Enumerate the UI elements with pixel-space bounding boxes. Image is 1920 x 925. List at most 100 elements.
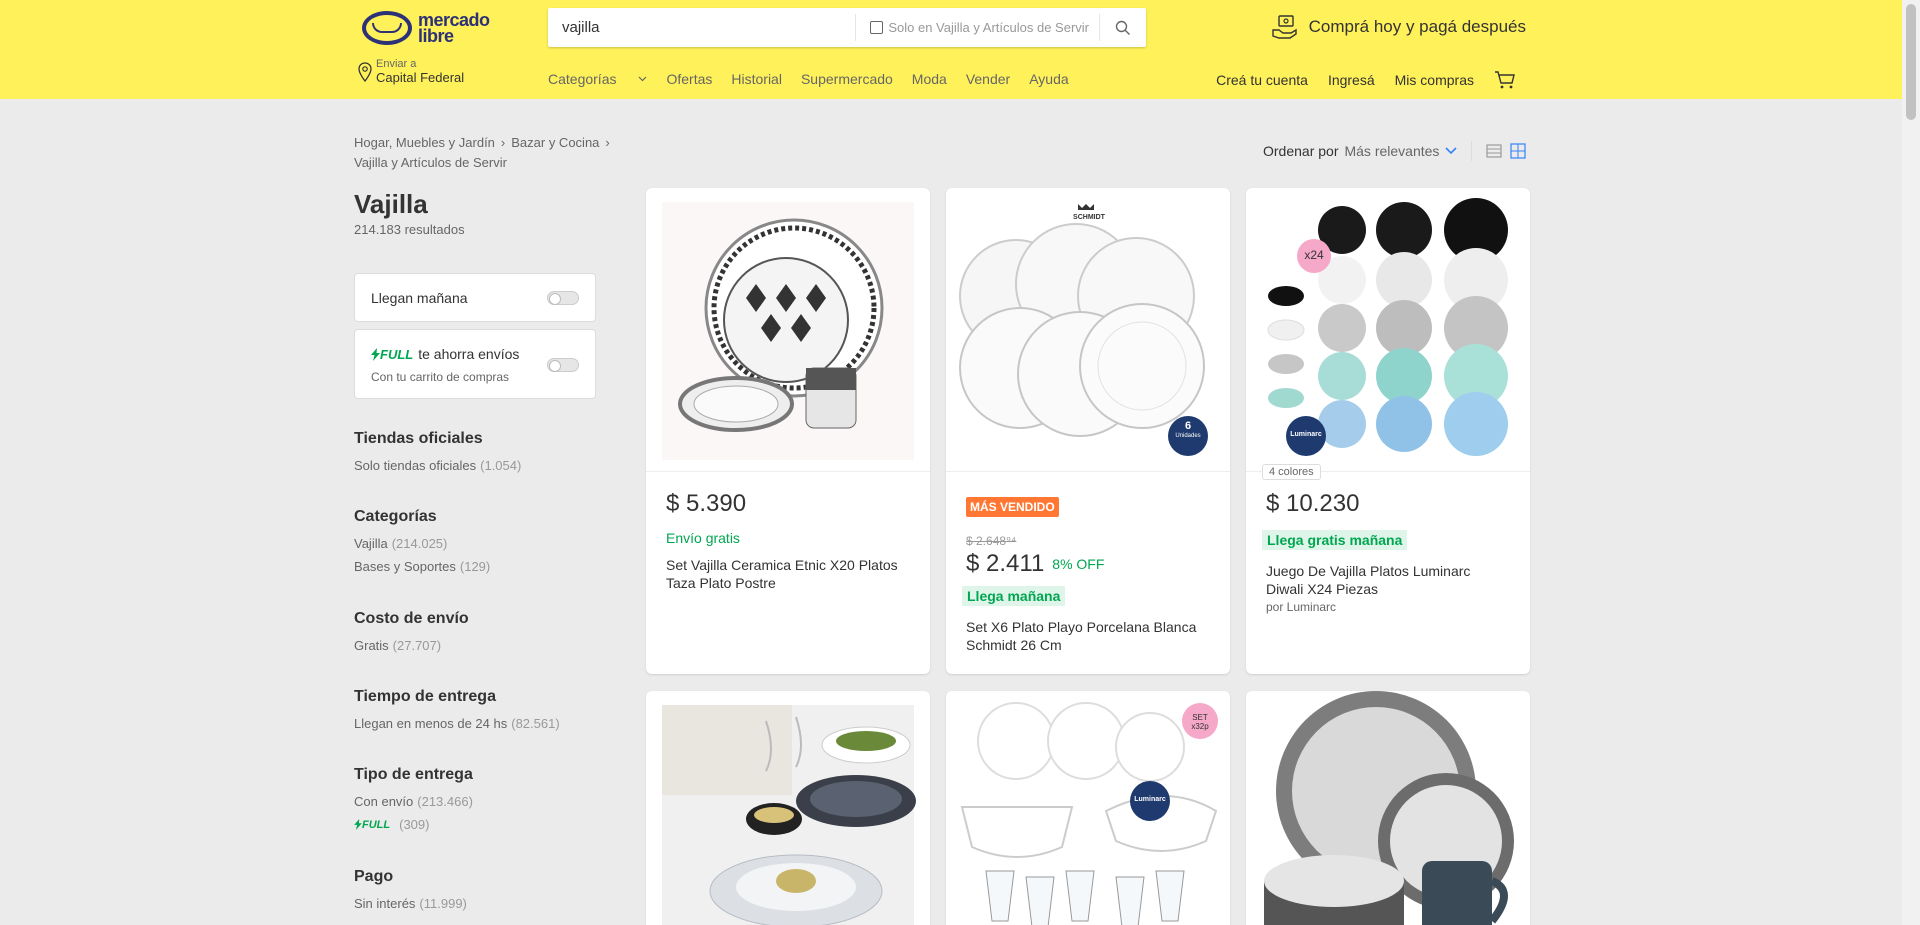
- location-label: Enviar a: [376, 58, 417, 70]
- filter-item[interactable]: Bases y Soportes (129): [354, 559, 490, 574]
- create-account-link[interactable]: Creá tu cuenta: [1216, 72, 1308, 88]
- list-view-icon[interactable]: [1486, 144, 1503, 158]
- filter-tipo-entrega: Tipo de entrega Con envío (213.466) FULL …: [354, 766, 473, 840]
- filter-item-label: Solo tiendas oficiales: [354, 458, 477, 473]
- nav-supermercado[interactable]: Supermercado: [801, 71, 893, 87]
- filter-item-full[interactable]: FULL (309): [354, 817, 473, 832]
- breadcrumb-item[interactable]: Bazar y Cocina: [511, 135, 599, 150]
- search-button[interactable]: [1100, 8, 1146, 47]
- sort-bar: Ordenar por Más relevantes: [1263, 141, 1534, 161]
- product-card[interactable]: [1246, 691, 1530, 925]
- chevron-down-icon[interactable]: [1445, 147, 1457, 155]
- product-card[interactable]: $ 5.390 Envío gratis Set Vajilla Ceramic…: [646, 188, 930, 674]
- breadcrumb-item[interactable]: Hogar, Muebles y Jardín: [354, 135, 495, 150]
- quantity-badge: x24: [1304, 248, 1324, 262]
- units-number: 6: [1184, 420, 1192, 432]
- page-title: Vajilla: [354, 189, 428, 219]
- shipping-label: Llega gratis mañana: [1262, 530, 1408, 550]
- cart-icon[interactable]: [1494, 71, 1516, 89]
- nav-moda[interactable]: Moda: [912, 71, 947, 87]
- sort-dropdown[interactable]: Más relevantes: [1344, 143, 1439, 159]
- colored-plates-image: [1267, 198, 1508, 456]
- product-image[interactable]: SET x32p Luminarc: [946, 691, 1230, 925]
- filter-label: te ahorra envíos: [418, 346, 520, 362]
- product-title[interactable]: Set Vajilla Ceramica Etnic X20 Platos Ta…: [666, 556, 910, 592]
- logo-text: mercado libre: [418, 10, 490, 46]
- product-title[interactable]: Set X6 Plato Playo Porcelana Blanca Schm…: [966, 618, 1210, 654]
- promo-text: Comprá hoy y pagá después: [1308, 17, 1526, 36]
- product-brand: por Luminarc: [1266, 600, 1337, 614]
- filter-item[interactable]: Con envío (213.466): [354, 794, 473, 809]
- product-card[interactable]: [646, 691, 930, 925]
- header: mercado libre Solo en Vajilla y Artículo…: [0, 0, 1902, 99]
- nav-ofertas[interactable]: Ofertas: [666, 71, 712, 87]
- table-setting-image: [662, 705, 916, 925]
- product-card[interactable]: x24 Luminarc 4 colores $ 10.230 Llega gr…: [1246, 188, 1530, 674]
- product-card[interactable]: SCHMIDT 6 Unidades MÁS VENDIDO $ 2.648⁹⁴…: [946, 188, 1230, 674]
- product-card[interactable]: SET x32p Luminarc: [946, 691, 1230, 925]
- original-price: $ 2.648⁹⁴: [966, 534, 1017, 548]
- checkbox-icon[interactable]: [870, 21, 884, 34]
- hand-money-icon: [1271, 15, 1297, 39]
- filter-item-label: Bases y Soportes: [354, 559, 456, 574]
- main-nav: Categorías Ofertas Historial Supermercad…: [548, 71, 1088, 87]
- filter-item[interactable]: Llegan en menos de 24 hs (82.561): [354, 716, 560, 731]
- chevron-down-icon: [639, 76, 647, 82]
- filter-title: Pago: [354, 868, 394, 885]
- my-purchases-link[interactable]: Mis compras: [1395, 72, 1474, 88]
- product-image[interactable]: [646, 188, 930, 472]
- filter-item-count: (213.466): [417, 794, 473, 809]
- filter-categorias: Categorías Vajilla (214.025) Bases y Sopo…: [354, 508, 490, 582]
- shipping-label: Envío gratis: [666, 530, 740, 546]
- toggle-switch[interactable]: [547, 291, 579, 305]
- filter-item[interactable]: Sin interés (11.999): [354, 896, 467, 911]
- product-image[interactable]: [646, 691, 930, 925]
- filter-title: Tiempo de entrega: [354, 688, 496, 705]
- product-title[interactable]: Juego De Vajilla Platos Luminarc Diwali …: [1266, 562, 1510, 598]
- grid-view-icon[interactable]: [1510, 143, 1527, 159]
- nav-ayuda[interactable]: Ayuda: [1029, 71, 1068, 87]
- nav-historial[interactable]: Historial: [731, 71, 782, 87]
- filter-item-label: Gratis: [354, 638, 389, 653]
- filter-item-count: (1.054): [480, 458, 522, 473]
- filter-item[interactable]: Solo tiendas oficiales (1.054): [354, 458, 521, 473]
- product-price-row: $ 2.411 8% OFF: [966, 550, 1104, 578]
- filter-item-label: Vajilla: [354, 536, 388, 551]
- scrollbar[interactable]: [1902, 0, 1920, 925]
- product-image[interactable]: [1246, 691, 1530, 925]
- filter-item-count: (214.025): [391, 536, 448, 551]
- lightning-icon: [371, 347, 380, 361]
- nav-vender[interactable]: Vender: [966, 71, 1010, 87]
- filter-item[interactable]: Vajilla (214.025): [354, 536, 490, 551]
- filter-pago: Pago Sin interés (11.999): [354, 868, 467, 919]
- toggle-switch[interactable]: [547, 358, 579, 372]
- best-seller-badge: MÁS VENDIDO: [966, 497, 1059, 517]
- filter-item-label: Con envío: [354, 794, 414, 809]
- filter-full[interactable]: FULL te ahorra envíos Con tu carrito de …: [354, 329, 596, 399]
- search-category-checkbox[interactable]: Solo en Vajilla y Artículos de Servir: [856, 8, 1099, 47]
- filter-llegan-manana[interactable]: Llegan mañana: [354, 273, 596, 322]
- sort-label: Ordenar por: [1263, 143, 1339, 159]
- units-badge: 6 Unidades: [1168, 421, 1208, 441]
- scrollbar-thumb[interactable]: [1906, 4, 1916, 120]
- filter-item-count: (27.707): [392, 638, 442, 653]
- brand-label: Luminarc: [1134, 796, 1166, 803]
- dinnerware-set-image: [662, 202, 914, 460]
- nav-categorias[interactable]: Categorías: [548, 71, 647, 87]
- breadcrumb-item[interactable]: Vajilla y Artículos de Servir: [354, 155, 507, 170]
- filter-label: Llegan mañana: [371, 290, 468, 306]
- full-label: FULL: [362, 818, 391, 831]
- user-nav: Creá tu cuenta Ingresá Mis compras: [1196, 71, 1516, 89]
- product-image[interactable]: SCHMIDT 6 Unidades: [946, 188, 1230, 472]
- filter-item[interactable]: Gratis (27.707): [354, 638, 469, 653]
- promo-banner[interactable]: Comprá hoy y pagá después: [1271, 14, 1526, 40]
- product-price: $ 10.230: [1266, 490, 1360, 517]
- filter-title: Tiendas oficiales: [354, 430, 483, 447]
- results-count: 214.183 resultados: [354, 222, 465, 237]
- search-input[interactable]: [548, 8, 856, 47]
- login-link[interactable]: Ingresá: [1328, 72, 1375, 88]
- logo[interactable]: mercado libre: [362, 10, 500, 46]
- filter-title: Categorías: [354, 508, 437, 525]
- product-image[interactable]: x24 Luminarc: [1246, 188, 1530, 472]
- location-selector[interactable]: Enviar a Capital Federal: [358, 58, 464, 86]
